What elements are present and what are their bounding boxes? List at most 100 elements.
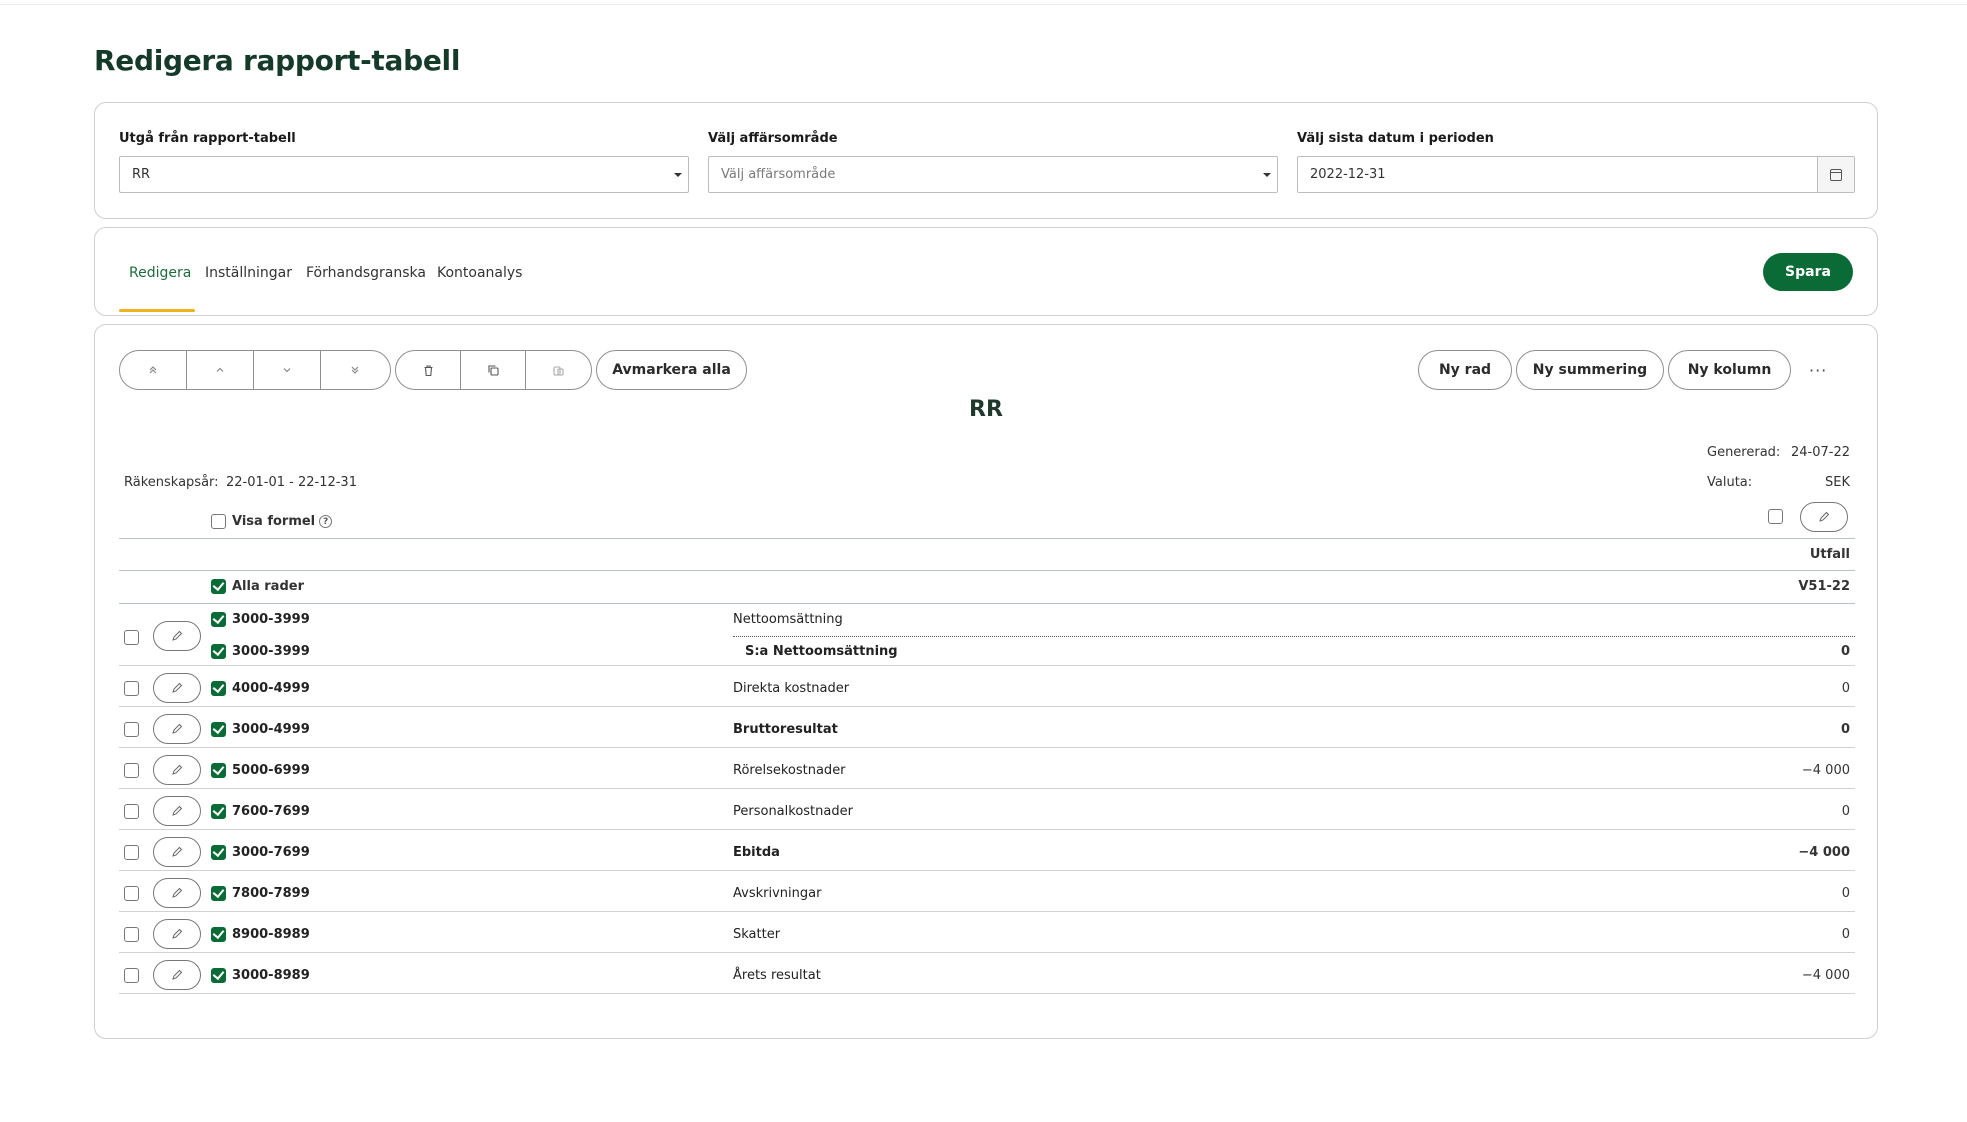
new-sum-button[interactable]: Ny summering bbox=[1516, 350, 1664, 390]
generated-label: Genererad: bbox=[1707, 445, 1781, 460]
row-select-checkbox[interactable] bbox=[124, 927, 139, 942]
tab-kontoanalys[interactable]: Kontoanalys bbox=[437, 265, 522, 281]
tab-forhandsgranska[interactable]: Förhandsgranska bbox=[306, 265, 426, 281]
row-divider bbox=[119, 788, 1855, 789]
move-bottom-icon bbox=[351, 366, 358, 374]
row-label: Bruttoresultat bbox=[733, 722, 838, 737]
new-row-button[interactable]: Ny rad bbox=[1418, 350, 1512, 390]
help-icon[interactable]: ? bbox=[319, 515, 333, 528]
row-divider bbox=[119, 747, 1855, 748]
report-editor-panel: Avmarkera alla Ny rad Ny summering Ny ko… bbox=[94, 324, 1878, 1039]
row-value: −4 000 bbox=[1798, 845, 1850, 860]
page-title: Redigera rapport-tabell bbox=[94, 44, 461, 77]
row-value: 0 bbox=[1841, 927, 1850, 942]
row-select-checkbox[interactable] bbox=[124, 681, 139, 696]
calendar-icon bbox=[1830, 168, 1842, 181]
report-table-select[interactable]: RR bbox=[119, 156, 689, 193]
row-include-checkbox[interactable] bbox=[211, 722, 226, 737]
trash-icon bbox=[424, 364, 432, 376]
row-select-checkbox[interactable] bbox=[124, 968, 139, 983]
paste-icon bbox=[553, 365, 564, 376]
row-account: 3000-4999 bbox=[232, 722, 310, 737]
column-select-checkbox[interactable] bbox=[1768, 509, 1783, 524]
move-top-button[interactable] bbox=[120, 351, 187, 389]
edit-row-button[interactable] bbox=[153, 621, 201, 651]
row-divider bbox=[119, 829, 1855, 830]
row-account: 8900-8989 bbox=[232, 927, 310, 942]
currency-label: Valuta: bbox=[1707, 475, 1753, 490]
row-select-checkbox[interactable] bbox=[124, 722, 139, 737]
pencil-icon bbox=[172, 764, 183, 775]
row-include-checkbox[interactable] bbox=[211, 886, 226, 901]
column-header: Utfall bbox=[1809, 547, 1850, 562]
calendar-button[interactable] bbox=[1817, 157, 1854, 192]
row-include-checkbox[interactable] bbox=[211, 612, 226, 627]
move-up-icon bbox=[216, 367, 224, 372]
tab-redigera[interactable]: Redigera bbox=[129, 265, 191, 281]
row-include-checkbox[interactable] bbox=[211, 644, 226, 659]
save-button[interactable]: Spara bbox=[1763, 253, 1853, 291]
row-label: Ebitda bbox=[733, 845, 780, 860]
move-bottom-button[interactable] bbox=[321, 351, 388, 389]
edit-row-button[interactable] bbox=[153, 673, 201, 703]
show-formula-checkbox[interactable] bbox=[211, 514, 226, 529]
row-account: 3000-8989 bbox=[232, 968, 310, 983]
edit-column-button[interactable] bbox=[1800, 502, 1848, 532]
row-include-checkbox[interactable] bbox=[211, 927, 226, 942]
row-include-checkbox[interactable] bbox=[211, 763, 226, 778]
new-column-button[interactable]: Ny kolumn bbox=[1668, 350, 1791, 390]
caret-down-icon bbox=[1263, 173, 1271, 177]
pencil-icon bbox=[172, 928, 183, 939]
business-area-select[interactable]: Välj affärsområde bbox=[708, 156, 1278, 193]
edit-row-button[interactable] bbox=[153, 878, 201, 908]
top-divider bbox=[0, 4, 1967, 5]
sum-divider bbox=[733, 636, 1855, 637]
show-formula-label: Visa formel? bbox=[232, 514, 333, 529]
row-account: 3000-3999 bbox=[232, 644, 310, 659]
edit-row-button[interactable] bbox=[153, 919, 201, 949]
edit-row-button[interactable] bbox=[153, 960, 201, 990]
row-select-checkbox[interactable] bbox=[124, 804, 139, 819]
move-up-button[interactable] bbox=[187, 351, 254, 389]
row-value: 0 bbox=[1840, 644, 1850, 659]
currency-value: SEK bbox=[1825, 475, 1850, 490]
row-action-group bbox=[395, 350, 592, 390]
row-select-checkbox[interactable] bbox=[124, 763, 139, 778]
edit-row-button[interactable] bbox=[153, 837, 201, 867]
fiscal-year-value: 22-01-01 - 22-12-31 bbox=[226, 475, 357, 490]
move-down-button[interactable] bbox=[254, 351, 321, 389]
row-include-checkbox[interactable] bbox=[211, 845, 226, 860]
more-options-icon[interactable]: ··· bbox=[1809, 361, 1827, 380]
row-divider bbox=[119, 911, 1855, 912]
row-select-checkbox[interactable] bbox=[124, 630, 139, 645]
header-divider bbox=[119, 570, 1855, 571]
row-divider bbox=[119, 993, 1855, 994]
pencil-icon bbox=[172, 969, 183, 980]
row-divider bbox=[119, 706, 1855, 707]
fiscal-year-label: Räkenskapsår: bbox=[124, 475, 219, 490]
column-period: V51-22 bbox=[1798, 579, 1850, 594]
edit-row-button[interactable] bbox=[153, 714, 201, 744]
end-date-input[interactable]: 2022-12-31 bbox=[1297, 156, 1855, 193]
delete-button[interactable] bbox=[396, 351, 462, 389]
all-rows-label: Alla rader bbox=[232, 579, 304, 594]
row-include-checkbox[interactable] bbox=[211, 968, 226, 983]
end-date-value: 2022-12-31 bbox=[1310, 167, 1386, 182]
pencil-icon bbox=[172, 846, 183, 857]
row-account: 3000-7699 bbox=[232, 845, 310, 860]
row-include-checkbox[interactable] bbox=[211, 681, 226, 696]
all-rows-checkbox[interactable] bbox=[211, 579, 226, 594]
report-table-value: RR bbox=[132, 167, 151, 182]
pencil-icon bbox=[1819, 511, 1830, 522]
tabs-panel: Redigera Inställningar Förhandsgranska K… bbox=[94, 227, 1878, 316]
copy-button[interactable] bbox=[461, 351, 527, 389]
row-label: Nettoomsättning bbox=[733, 612, 843, 627]
row-select-checkbox[interactable] bbox=[124, 886, 139, 901]
edit-row-button[interactable] bbox=[153, 755, 201, 785]
row-include-checkbox[interactable] bbox=[211, 804, 226, 819]
tab-installningar[interactable]: Inställningar bbox=[205, 265, 292, 281]
edit-row-button[interactable] bbox=[153, 796, 201, 826]
deselect-all-button[interactable]: Avmarkera alla bbox=[596, 350, 747, 390]
row-select-checkbox[interactable] bbox=[124, 845, 139, 860]
paste-button[interactable] bbox=[526, 351, 591, 389]
